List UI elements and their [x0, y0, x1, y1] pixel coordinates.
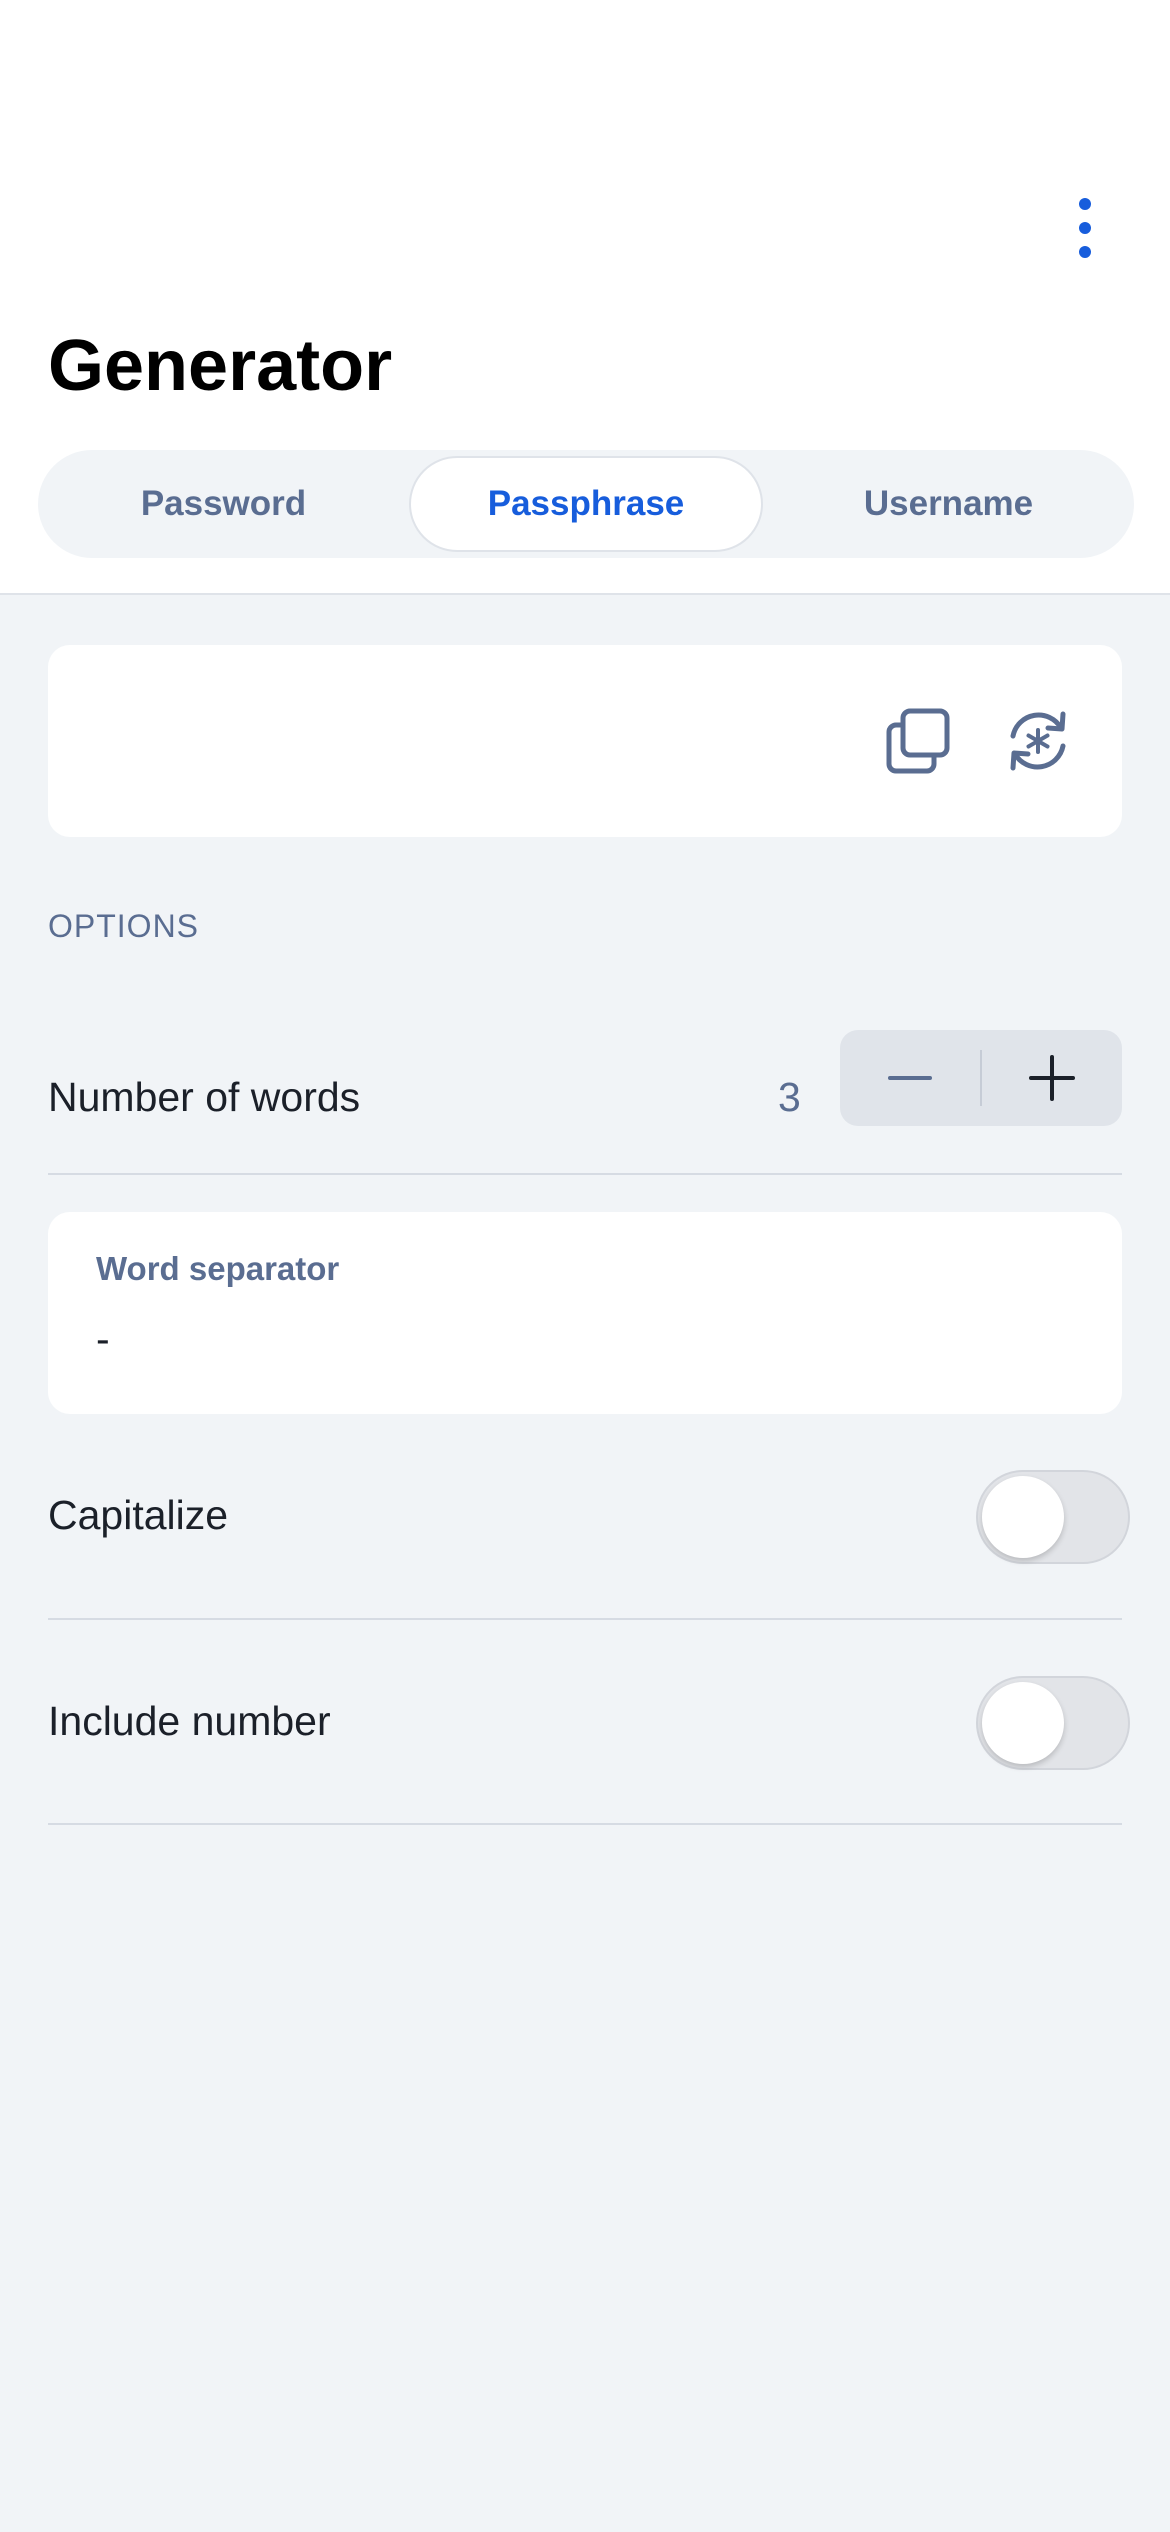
more-options-button[interactable]	[1060, 190, 1110, 265]
generator-type-tabs: Password Passphrase Username	[38, 450, 1134, 558]
include-number-label: Include number	[48, 1698, 331, 1744]
tab-password[interactable]: Password	[44, 456, 403, 552]
toggle-knob	[982, 1476, 1064, 1558]
words-stepper	[840, 1030, 1122, 1126]
toggle-knob	[982, 1682, 1064, 1764]
page-title: Generator	[48, 326, 393, 406]
include-number-toggle[interactable]	[976, 1676, 1130, 1770]
capitalize-row: Capitalize	[48, 1440, 1130, 1620]
copy-icon	[886, 708, 950, 774]
minus-icon	[888, 1076, 932, 1080]
copy-button[interactable]	[878, 701, 958, 781]
tab-username[interactable]: Username	[769, 456, 1128, 552]
regenerate-icon	[1010, 711, 1066, 771]
capitalize-toggle[interactable]	[976, 1470, 1130, 1564]
decrement-button[interactable]	[840, 1030, 980, 1126]
capitalize-label: Capitalize	[48, 1492, 229, 1538]
header: Generator Password Passphrase Username	[0, 0, 1170, 595]
include-number-row: Include number	[48, 1620, 1130, 1825]
tab-passphrase[interactable]: Passphrase	[409, 456, 763, 552]
word-separator-input[interactable]: -	[96, 1316, 110, 1363]
word-separator-label: Word separator	[96, 1250, 340, 1287]
number-of-words-value: 3	[778, 1074, 801, 1120]
regenerate-button[interactable]	[998, 701, 1078, 781]
increment-button[interactable]	[982, 1030, 1122, 1126]
plus-icon	[1029, 1055, 1075, 1101]
number-of-words-row: Number of words 3	[48, 1020, 1122, 1175]
generated-value-card	[48, 645, 1122, 837]
more-vertical-icon	[1079, 197, 1091, 210]
options-section-label: OPTIONS	[48, 908, 200, 944]
word-separator-field[interactable]: Word separator -	[48, 1212, 1122, 1414]
number-of-words-label: Number of words	[48, 1074, 361, 1120]
